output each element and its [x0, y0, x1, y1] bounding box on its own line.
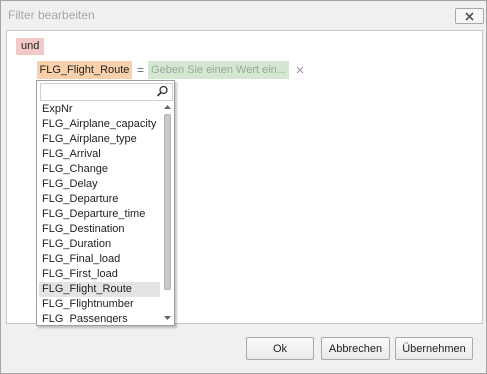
list-item[interactable]: FLG_Duration [39, 237, 160, 252]
ok-button[interactable]: Ok [246, 337, 314, 360]
title-bar: Filter bearbeiten [1, 1, 486, 27]
list-item[interactable]: FLG_Destination [39, 222, 160, 237]
scroll-track[interactable] [164, 114, 171, 311]
apply-button[interactable]: Übernehmen [395, 337, 473, 360]
search-icon [156, 85, 168, 97]
condition-field-chip[interactable]: FLG_Flight_Route [37, 61, 132, 79]
filter-dialog: Filter bearbeiten und FLG_Flight_Route =… [0, 0, 487, 374]
condition-operator[interactable]: = [134, 61, 147, 79]
list-item[interactable]: FLG_Passengers [39, 312, 160, 323]
list-item[interactable]: FLG_Change [39, 162, 160, 177]
close-icon [465, 11, 474, 21]
list-item[interactable]: FLG_Delay [39, 177, 160, 192]
list-item[interactable]: FLG_Final_load [39, 252, 160, 267]
dropdown-search-input[interactable] [40, 83, 173, 101]
list-item[interactable]: FLG_Flight_Route [39, 282, 160, 297]
dropdown-scrollbar[interactable] [163, 102, 172, 323]
list-item[interactable]: FLG_Departure [39, 192, 160, 207]
scroll-down-button[interactable] [163, 313, 172, 323]
scroll-up-button[interactable] [163, 102, 172, 112]
list-item[interactable]: FLG_Departure_time [39, 207, 160, 222]
remove-condition-button[interactable] [294, 62, 306, 78]
remove-icon [296, 66, 304, 74]
list-item[interactable]: FLG_Airplane_type [39, 132, 160, 147]
list-item[interactable]: FLG_First_load [39, 267, 160, 282]
field-dropdown: ExpNr FLG_Airplane_capacity FLG_Airplane_t… [36, 80, 175, 326]
close-button[interactable] [455, 8, 484, 24]
chevron-down-icon [164, 316, 171, 320]
field-list: ExpNr FLG_Airplane_capacity FLG_Airplane_t… [39, 102, 160, 323]
list-item[interactable]: FLG_Arrival [39, 147, 160, 162]
condition-value-input[interactable]: Geben Sie einen Wert ein... [148, 61, 289, 79]
list-item[interactable]: ExpNr [39, 102, 160, 117]
cancel-button[interactable]: Abbrechen [321, 337, 390, 360]
dialog-title: Filter bearbeiten [8, 8, 95, 22]
list-item[interactable]: FLG_Airplane_capacity [39, 117, 160, 132]
list-item[interactable]: FLG_Flightnumber [39, 297, 160, 312]
filter-editor-area: und FLG_Flight_Route = Geben Sie einen W… [6, 30, 483, 326]
group-operator-chip[interactable]: und [16, 38, 45, 55]
scroll-thumb[interactable] [164, 114, 171, 290]
chevron-up-icon [164, 105, 171, 109]
